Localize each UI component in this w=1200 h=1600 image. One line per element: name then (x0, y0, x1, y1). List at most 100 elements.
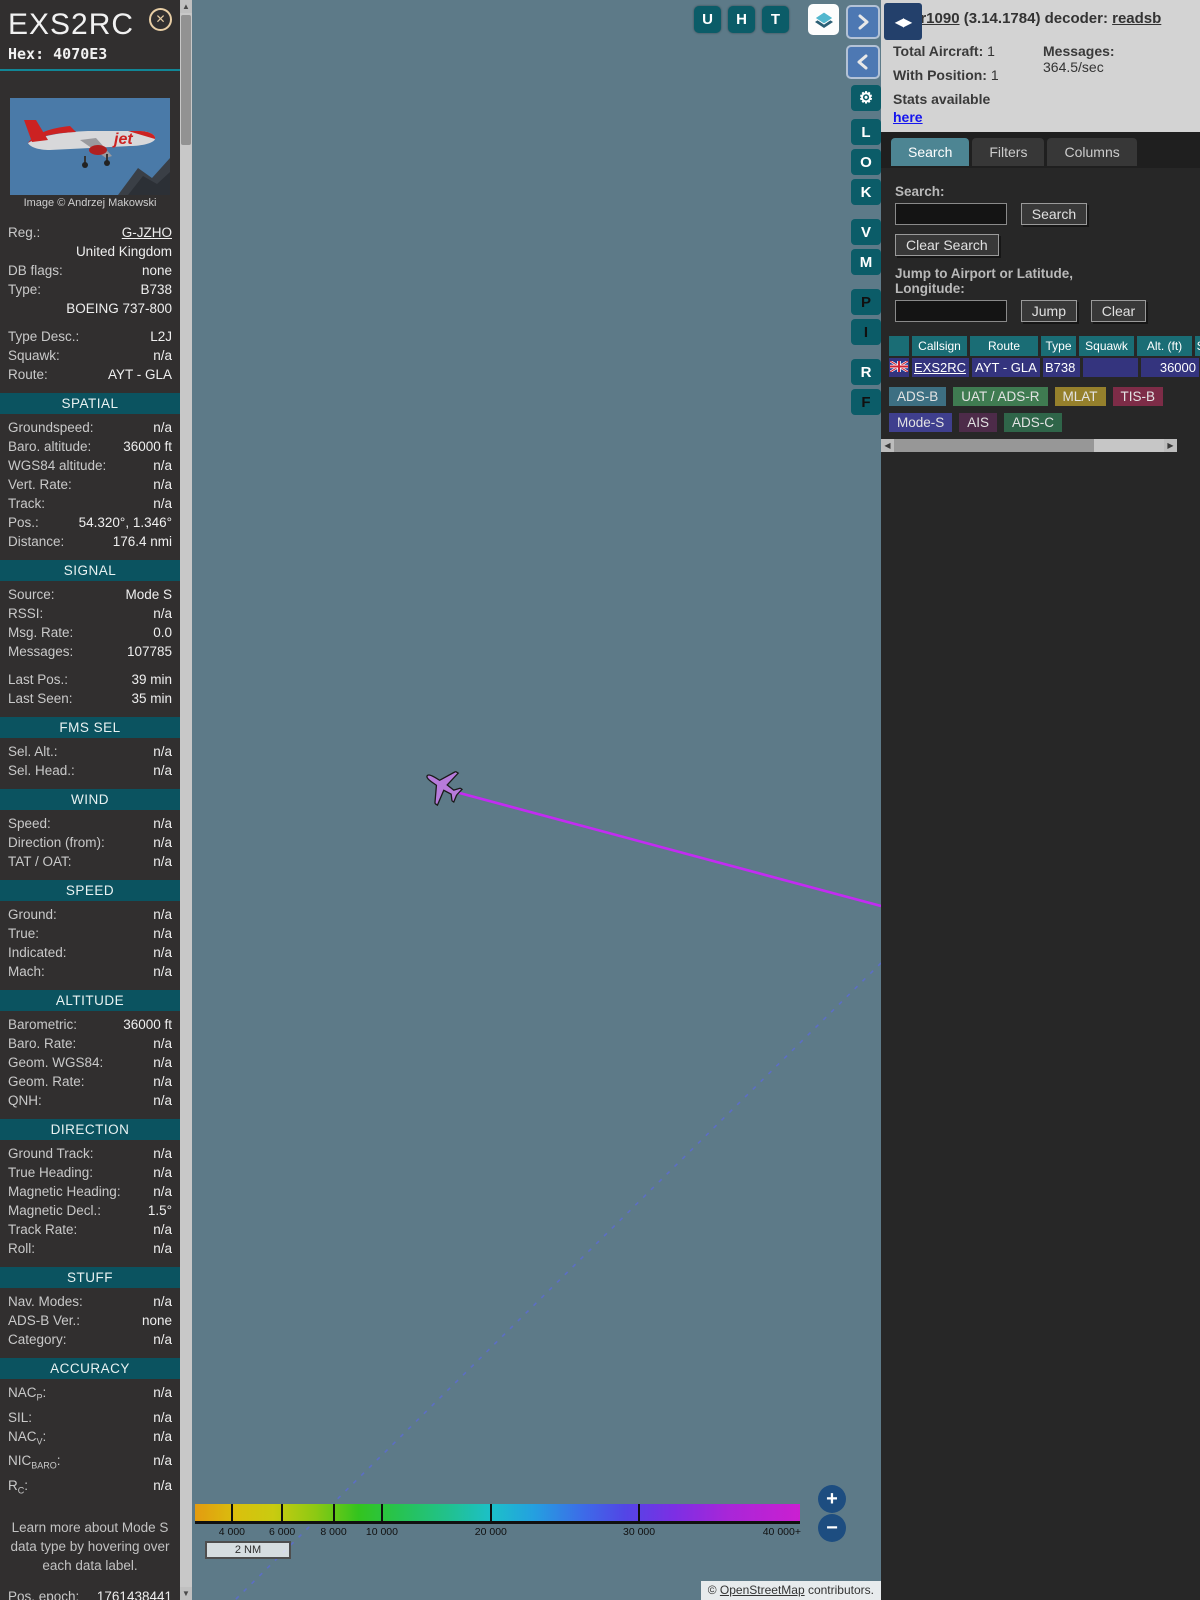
legend-tick-label: 40 000+ (762, 1526, 801, 1538)
layers-button[interactable] (808, 4, 839, 35)
aircraft-icon[interactable] (417, 760, 468, 812)
detail-row: Nav. Modes: n/a (0, 1292, 180, 1311)
detail-row: Magnetic Decl.: 1.5° (0, 1201, 180, 1220)
sidebar-width-toggle-button[interactable]: ◀▶ (884, 3, 922, 40)
panel-collapse-button[interactable] (846, 45, 880, 79)
badge-tis-b[interactable]: TIS-B (1112, 387, 1164, 406)
clear-jump-button[interactable]: Clear (1090, 300, 1147, 322)
aircraft-list-panel: tar1090 (3.14.1784) decoder: readsb ◀▶ T… (881, 0, 1200, 1600)
field-label: Route: (8, 367, 48, 382)
field-value: n/a (153, 1222, 172, 1237)
readsb-link[interactable]: readsb (1112, 10, 1161, 27)
column-header-Type[interactable]: Type (1041, 336, 1076, 356)
column-header-Speed[interactable]: Speed (1195, 336, 1200, 356)
search-input[interactable] (895, 203, 1007, 225)
callsign-link[interactable]: EXS2RC (914, 360, 966, 375)
tab-columns[interactable]: Columns (1047, 138, 1137, 166)
pos-epoch-label: Pos. epoch: (8, 1588, 80, 1600)
field-label: Pos.: (8, 515, 39, 530)
jump-input[interactable] (895, 300, 1007, 322)
map-button-t[interactable]: T (762, 6, 789, 33)
hotkey-button-v[interactable]: V (851, 219, 881, 245)
badge-mlat[interactable]: MLAT (1054, 387, 1106, 406)
type-cell[interactable]: B738 (1043, 358, 1080, 377)
badge-ads-b[interactable]: ADS-B (889, 387, 947, 406)
clear-search-button[interactable]: Clear Search (895, 234, 999, 256)
search-button[interactable]: Search (1020, 203, 1088, 225)
map-area[interactable]: UHT ⚙ LOKVMPIRF 4 000 6 000 8 000 10 000 20 … (192, 0, 881, 1600)
hotkey-button-f[interactable]: F (851, 389, 881, 415)
detail-row: Ground Track: n/a (0, 1144, 180, 1163)
table-header-row: CallsignRouteTypeSquawkAlt. (ft)Speed (889, 336, 1200, 356)
badge-uat-ads-r[interactable]: UAT / ADS-R (953, 387, 1048, 406)
jump-button[interactable]: Jump (1020, 300, 1077, 322)
badge-ais[interactable]: AIS (959, 413, 998, 432)
stats-here-link[interactable]: here (893, 109, 923, 125)
hotkey-button-o[interactable]: O (851, 149, 881, 175)
callsign-cell[interactable]: EXS2RC (912, 358, 969, 377)
minus-icon: − (826, 1516, 838, 1539)
badge-mode-s[interactable]: Mode-S (889, 413, 953, 432)
scroll-up-icon[interactable]: ▲ (180, 0, 192, 13)
section-title: FMS SEL (0, 717, 180, 738)
scroll-right-icon[interactable]: ▶ (1164, 439, 1177, 452)
field-value[interactable]: G-JZHO (122, 223, 172, 242)
table-horizontal-scrollbar[interactable]: ◀ ▶ (881, 439, 1177, 452)
detail-row: Msg. Rate: 0.0 (0, 623, 180, 642)
field-value: n/a (153, 1385, 172, 1400)
field-label: Nav. Modes: (8, 1294, 83, 1309)
detail-row: Sel. Alt.: n/a (0, 742, 180, 761)
openstreetmap-link[interactable]: OpenStreetMap (720, 1583, 805, 1597)
field-value: 1.5° (147, 1203, 172, 1218)
scroll-down-icon[interactable]: ▼ (180, 1587, 192, 1600)
route-cell[interactable]: AYT - GLA (972, 358, 1040, 377)
zoom-in-button[interactable]: + (818, 1485, 846, 1513)
field-value: n/a (153, 1146, 172, 1161)
column-header-Alt. (ft)[interactable]: Alt. (ft) (1137, 336, 1192, 356)
scrollbar-thumb[interactable] (181, 15, 191, 145)
chevron-left-icon (857, 54, 868, 70)
close-icon[interactable]: ✕ (149, 8, 172, 31)
settings-button[interactable]: ⚙ (851, 85, 881, 111)
hotkey-button-l[interactable]: L (851, 119, 881, 145)
map-button-h[interactable]: H (728, 6, 755, 33)
zoom-out-button[interactable]: − (818, 1514, 846, 1542)
sidebar-scrollbar[interactable]: ▲ ▼ (180, 0, 192, 1600)
tab-filters[interactable]: Filters (972, 138, 1045, 166)
detail-row: Route: AYT - GLA (0, 365, 180, 384)
column-header-flag[interactable] (889, 336, 909, 356)
field-label: Last Pos.: (8, 672, 69, 687)
column-header-Squawk[interactable]: Squawk (1079, 336, 1134, 356)
badge-ads-c[interactable]: ADS-C (1004, 413, 1063, 432)
plus-icon: + (826, 1487, 838, 1510)
hscrollbar-thumb[interactable] (894, 439, 1094, 452)
hotkey-button-m[interactable]: M (851, 249, 881, 275)
squawk-cell[interactable] (1083, 358, 1138, 377)
flight-trail[interactable] (451, 789, 881, 908)
detail-row: Indicated: n/a (0, 943, 180, 962)
tab-search[interactable]: Search (891, 138, 970, 166)
hotkey-button-k[interactable]: K (851, 179, 881, 205)
detail-row: DB flags: none (0, 261, 180, 280)
map-button-u[interactable]: U (694, 6, 721, 33)
legend-tick-label: 30 000 (623, 1526, 656, 1538)
hotkey-button-p[interactable]: P (851, 289, 881, 315)
field-value: L2J (150, 329, 172, 344)
field-label: Baro. Rate: (8, 1036, 77, 1051)
svg-text:jet: jet (112, 131, 133, 148)
field-value: United Kingdom (75, 244, 172, 259)
field-value: 35 min (131, 691, 172, 706)
field-label: Speed: (8, 816, 51, 831)
panel-expand-button[interactable] (846, 5, 880, 39)
scroll-left-icon[interactable]: ◀ (881, 439, 894, 452)
sidebar-header: EXS2RC Hex: 4070E3 ✕ (0, 0, 180, 71)
column-header-Route[interactable]: Route (970, 336, 1038, 356)
table-row[interactable]: EXS2RC AYT - GLA B738 36000 (889, 356, 1200, 377)
altitude-cell[interactable]: 36000 (1141, 358, 1199, 377)
hotkey-button-i[interactable]: I (851, 319, 881, 345)
detail-row: TAT / OAT: n/a (0, 852, 180, 871)
field-label: Roll: (8, 1241, 36, 1256)
column-header-Callsign[interactable]: Callsign (912, 336, 967, 356)
hotkey-button-r[interactable]: R (851, 359, 881, 385)
field-label: WGS84 altitude: (8, 458, 107, 473)
